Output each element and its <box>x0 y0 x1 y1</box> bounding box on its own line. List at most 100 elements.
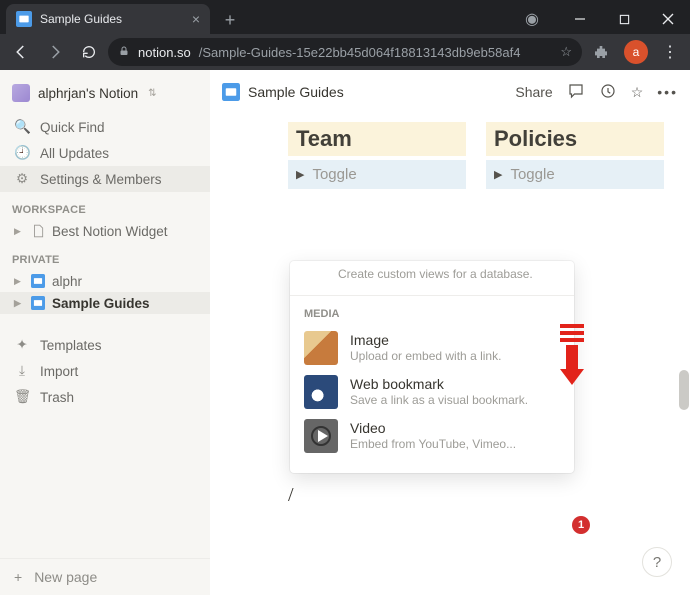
column-policies: Policies ▶ Toggle <box>486 122 664 189</box>
slash-command-text[interactable]: / <box>288 484 294 507</box>
scrollbar[interactable] <box>678 114 690 595</box>
reload-button[interactable] <box>74 37 104 67</box>
account-dot-icon[interactable]: ◉ <box>510 4 554 34</box>
url-path: /Sample-Guides-15e22bb45d064f18813143db9… <box>199 45 521 60</box>
omnibox[interactable]: notion.so/Sample-Guides-15e22bb45d064f18… <box>108 38 582 66</box>
menu-item-video[interactable]: VideoEmbed from YouTube, Vimeo... <box>290 414 574 458</box>
annotation-arrow-icon <box>560 324 584 384</box>
settings-label: Settings & Members <box>40 172 162 187</box>
menu-item-desc: Embed from YouTube, Vimeo... <box>350 437 516 451</box>
emoji-icon <box>30 295 46 311</box>
trash[interactable]: 🗑 Trash <box>0 384 210 410</box>
search-icon: 🔍 <box>14 119 30 135</box>
url-host: notion.so <box>138 45 191 60</box>
menu-item-web-bookmark[interactable]: Web bookmarkSave a link as a visual book… <box>290 370 574 414</box>
menu-item-title: Video <box>350 419 516 437</box>
tab-title: Sample Guides <box>40 12 122 26</box>
toggle-label: Toggle <box>510 166 554 183</box>
help-button[interactable]: ? <box>642 547 672 577</box>
slash-menu-prev-item[interactable]: Create custom views for a database. <box>290 261 574 296</box>
new-tab-button[interactable]: + <box>216 6 244 34</box>
browser-chrome: Sample Guides × + ◉ notion.so/Sample-Gui… <box>0 0 690 70</box>
templates-icon: ✦ <box>14 337 30 353</box>
comments-icon[interactable] <box>567 82 585 103</box>
address-bar: notion.so/Sample-Guides-15e22bb45d064f18… <box>0 34 690 70</box>
annotation-badge: 1 <box>572 516 590 534</box>
triangle-right-icon[interactable]: ▶ <box>14 226 24 237</box>
menu-item-title: Image <box>350 331 501 349</box>
lock-icon <box>118 45 130 60</box>
tab-strip: Sample Guides × + ◉ <box>0 0 690 34</box>
window-close-button[interactable] <box>646 4 690 34</box>
bookmark-star-icon[interactable]: ☆ <box>560 44 572 60</box>
templates-label: Templates <box>40 338 102 353</box>
menu-item-desc: Save a link as a visual bookmark. <box>350 393 528 407</box>
heading-team[interactable]: Team <box>288 122 466 156</box>
favorite-star-icon[interactable]: ☆ <box>631 84 644 101</box>
page-content: Team ▶ Toggle Policies ▶ Toggle / Create c… <box>210 114 690 595</box>
maximize-button[interactable] <box>602 4 646 34</box>
triangle-right-icon[interactable]: ▶ <box>14 276 24 287</box>
plus-icon: + <box>14 569 22 585</box>
templates[interactable]: ✦ Templates <box>0 332 210 358</box>
browser-tab[interactable]: Sample Guides × <box>6 4 210 34</box>
share-button[interactable]: Share <box>515 84 552 100</box>
sidebar: alphrjan's Notion ⇅ 🔍 Quick Find 🕘All Upd… <box>0 70 210 595</box>
chevron-updown-icon: ⇅ <box>148 88 156 99</box>
import[interactable]: ⤓ Import <box>0 358 210 384</box>
menu-item-image[interactable]: ImageUpload or embed with a link. <box>290 326 574 370</box>
page-icon <box>30 223 46 239</box>
trash-icon: 🗑 <box>14 389 30 405</box>
profile-avatar[interactable]: a <box>624 40 648 64</box>
toggle-block[interactable]: ▶ Toggle <box>486 160 664 189</box>
workspace-name: alphrjan's Notion <box>38 86 138 101</box>
forward-button[interactable] <box>40 37 70 67</box>
extensions-icon[interactable] <box>586 37 616 67</box>
section-private: PRIVATE <box>0 242 210 270</box>
close-tab-icon[interactable]: × <box>192 12 200 26</box>
column-team: Team ▶ Toggle <box>288 122 466 189</box>
menu-item-title: Web bookmark <box>350 375 528 393</box>
breadcrumb[interactable]: Sample Guides <box>248 84 344 100</box>
trash-label: Trash <box>40 390 74 405</box>
new-page-button[interactable]: + New page <box>0 558 210 595</box>
import-label: Import <box>40 364 78 379</box>
chrome-menu-icon[interactable]: ⋮ <box>656 42 684 62</box>
workspace-switcher[interactable]: alphrjan's Notion ⇅ <box>0 80 210 106</box>
quick-find-label: Quick Find <box>40 120 105 135</box>
menu-group-label: MEDIA <box>290 296 574 326</box>
workspace-icon <box>12 84 30 102</box>
page-emoji-icon <box>222 83 240 101</box>
main-area: Sample Guides Share ☆ ••• Team ▶ Toggle P… <box>210 70 690 595</box>
page-label: Best Notion Widget <box>52 224 168 239</box>
triangle-right-icon: ▶ <box>296 168 304 181</box>
section-workspace: WORKSPACE <box>0 192 210 220</box>
updates-icon[interactable] <box>599 82 617 103</box>
back-button[interactable] <box>6 37 36 67</box>
page-best-notion-widget[interactable]: ▶ Best Notion Widget <box>0 220 210 242</box>
gear-icon: ⚙ <box>14 171 30 187</box>
quick-find[interactable]: 🔍 Quick Find <box>0 114 210 140</box>
page-alphr[interactable]: ▶ alphr <box>0 270 210 292</box>
slash-menu-popup[interactable]: Create custom views for a database. MEDI… <box>290 261 574 473</box>
download-icon: ⤓ <box>14 363 30 379</box>
settings-members[interactable]: ⚙ Settings & Members <box>0 166 210 192</box>
page-sample-guides[interactable]: ▶ Sample Guides <box>0 292 210 314</box>
emoji-icon <box>30 273 46 289</box>
image-thumb-icon <box>304 331 338 365</box>
new-page-label: New page <box>34 569 97 585</box>
toggle-block[interactable]: ▶ Toggle <box>288 160 466 189</box>
all-updates[interactable]: 🕘All Updates <box>0 140 210 166</box>
prev-item-desc: Create custom views for a database. <box>290 261 574 289</box>
minimize-button[interactable] <box>558 4 602 34</box>
more-icon[interactable]: ••• <box>657 84 678 100</box>
triangle-right-icon[interactable]: ▶ <box>14 298 24 309</box>
triangle-right-icon: ▶ <box>494 168 502 181</box>
video-thumb-icon <box>304 419 338 453</box>
topbar: Sample Guides Share ☆ ••• <box>210 70 690 114</box>
page-label: alphr <box>52 274 82 289</box>
scrollbar-thumb[interactable] <box>679 370 689 410</box>
notion-favicon-icon <box>16 11 32 27</box>
toggle-label: Toggle <box>312 166 356 183</box>
heading-policies[interactable]: Policies <box>486 122 664 156</box>
